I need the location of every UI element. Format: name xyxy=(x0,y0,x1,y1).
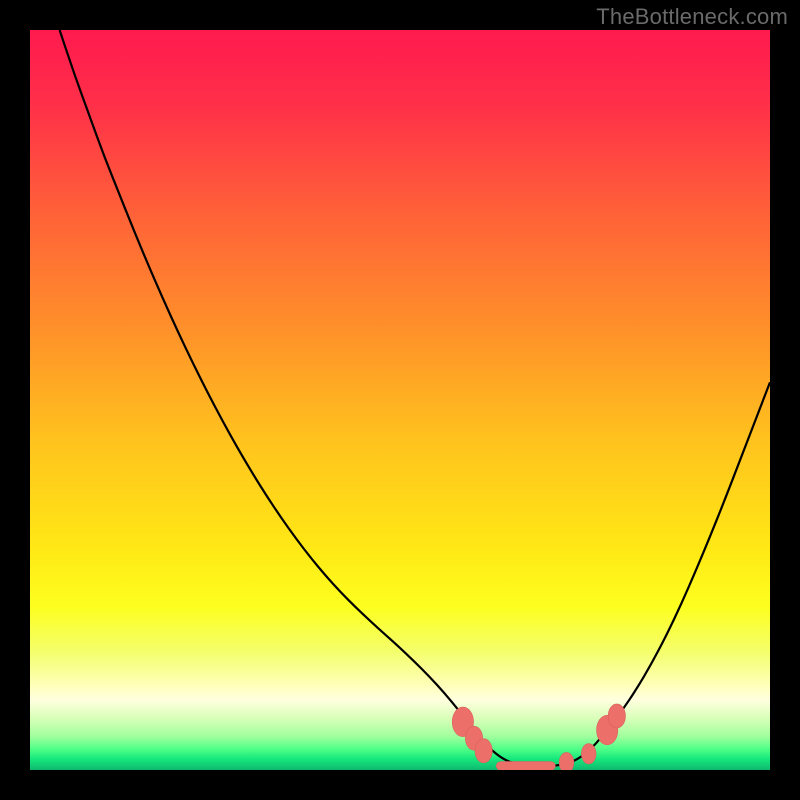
curve-marker xyxy=(475,739,492,763)
bottleneck-curve xyxy=(30,30,770,770)
plot-area xyxy=(30,30,770,770)
curve-marker xyxy=(581,744,596,764)
curve-marker xyxy=(608,704,625,728)
watermark-text: TheBottleneck.com xyxy=(596,4,788,30)
flat-bottom-segment xyxy=(496,761,555,770)
chart-frame: TheBottleneck.com xyxy=(0,0,800,800)
curve-marker xyxy=(559,752,574,770)
